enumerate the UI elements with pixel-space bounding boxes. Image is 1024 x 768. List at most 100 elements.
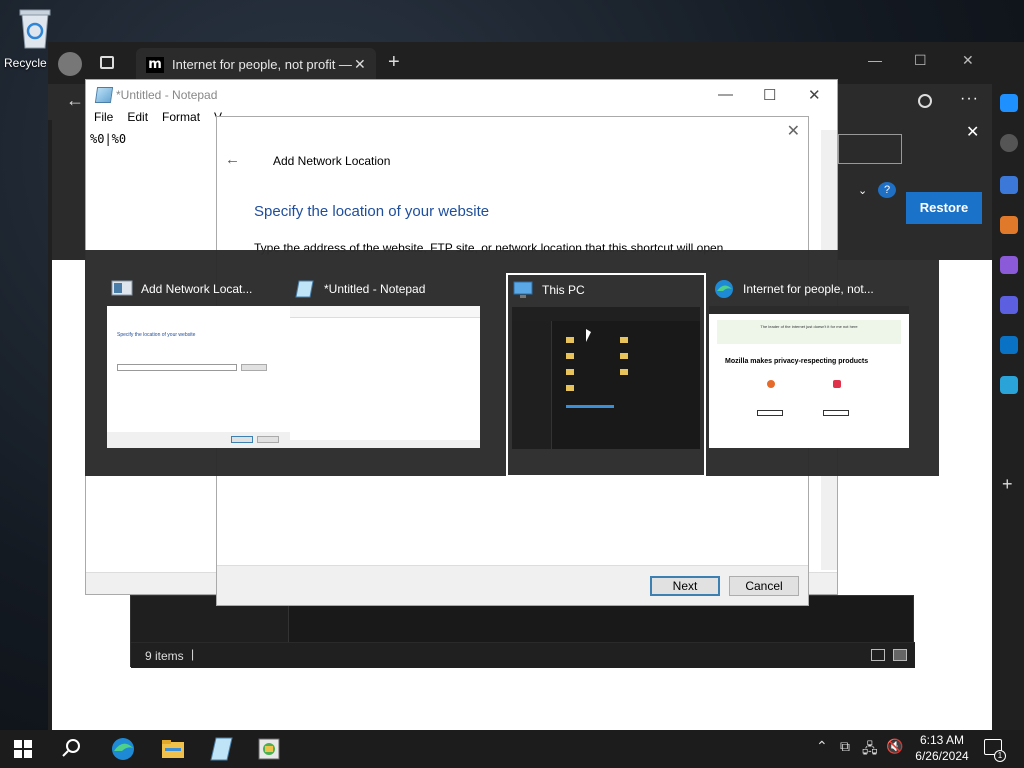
file-explorer-taskbar-icon[interactable]	[160, 736, 186, 762]
meet-now-icon[interactable]: ⧉	[840, 738, 850, 755]
maximize-icon[interactable]: ☐	[914, 52, 927, 69]
notepad-taskbar-icon[interactable]	[208, 736, 234, 762]
dialog-title: Add Network Location	[273, 154, 391, 168]
next-button[interactable]: Next	[650, 576, 720, 596]
switcher-item-label: Internet for people, not...	[743, 282, 874, 296]
switcher-item-network-location[interactable]: Add Network Locat... Specify the locatio…	[107, 274, 305, 454]
mouse-cursor-icon	[586, 329, 591, 342]
clock-time[interactable]: 6:13 AM	[910, 733, 974, 747]
thumb-cancel-button	[257, 436, 279, 443]
new-tab-button[interactable]: +	[388, 52, 400, 72]
thumb-folder-icon	[566, 353, 574, 359]
edge-tab-bar: m Internet for people, not profit — ✕ + …	[48, 42, 1024, 84]
send-icon[interactable]	[1000, 376, 1018, 394]
menu-file[interactable]: File	[94, 110, 113, 124]
start-button[interactable]	[14, 740, 32, 758]
switcher-item-header: *Untitled - Notepad	[294, 278, 484, 302]
task-switcher: Add Network Locat... Specify the locatio…	[85, 250, 939, 477]
add-sidebar-icon[interactable]: +	[1002, 474, 1013, 495]
back-arrow-icon[interactable]: ←	[225, 151, 240, 168]
switcher-item-header: Add Network Locat...	[111, 278, 301, 302]
search-icon[interactable]	[62, 738, 82, 758]
dialog-close-icon[interactable]: ✕	[787, 121, 800, 141]
windows-logo-icon	[14, 740, 32, 758]
status-separator: |	[191, 647, 195, 661]
dialog-heading: Specify the location of your website	[254, 203, 490, 220]
thumb-drive-bar	[566, 405, 614, 408]
edge-sidebar: + ⚙	[992, 84, 1024, 765]
edge-taskbar-icon[interactable]	[110, 736, 136, 762]
notepad-thumbnail	[290, 306, 480, 448]
cancel-button[interactable]: Cancel	[729, 576, 799, 596]
more-menu-icon[interactable]: ···	[960, 90, 979, 108]
explorer-status-bar: 9 items |	[131, 642, 915, 668]
thumb-button	[757, 410, 783, 416]
thumb-folder-icon	[620, 337, 628, 343]
thumb-next-button	[231, 436, 253, 443]
edge-thumbnail: The leader of the internet just doesn't …	[709, 306, 909, 448]
thumb-folder-icon	[566, 369, 574, 375]
mozilla-favicon-icon: m	[146, 57, 164, 73]
thumb-folder-icon	[566, 337, 574, 343]
menu-edit[interactable]: Edit	[127, 110, 148, 124]
thumb-folder-icon	[620, 353, 628, 359]
thumb-toolbar	[709, 306, 909, 314]
notepad-maximize-icon[interactable]: ☐	[763, 86, 776, 104]
notepad-icon	[294, 279, 316, 299]
profile-avatar[interactable]	[58, 52, 82, 76]
thumb-browse-button	[241, 364, 267, 371]
show-hidden-icons-chevron-icon[interactable]: ⌃	[816, 738, 828, 755]
thumb-folder-icon	[620, 369, 628, 375]
network-location-thumbnail: Specify the location of your website	[107, 306, 297, 448]
outlook-icon[interactable]	[1000, 336, 1018, 354]
edge-tab-mozilla[interactable]: m Internet for people, not profit — ✕	[136, 48, 376, 82]
edge-icon	[713, 279, 735, 299]
notepad-icon	[94, 87, 114, 103]
thumb-status-bar	[290, 440, 480, 448]
clock-date[interactable]: 6/26/2024	[910, 749, 974, 763]
switcher-item-this-pc[interactable]: This PC	[506, 273, 706, 477]
switcher-item-header: This PC	[512, 279, 702, 303]
shopping-icon[interactable]	[1000, 176, 1018, 194]
item-count: 9 items	[145, 649, 184, 663]
thumb-input	[117, 364, 237, 371]
help-icon[interactable]: ?	[878, 182, 896, 198]
thumb-menu	[290, 306, 480, 318]
network-wizard-taskbar-icon[interactable]	[256, 736, 282, 762]
dialog-footer: Next Cancel	[217, 565, 808, 605]
tiles-view-icon[interactable]	[893, 649, 907, 661]
minimize-icon[interactable]: —	[868, 52, 882, 68]
microsoft365-icon[interactable]	[1000, 296, 1018, 314]
tools-icon[interactable]	[1000, 216, 1018, 234]
close-icon[interactable]: ✕	[962, 52, 974, 69]
browser-essentials-icon[interactable]	[918, 94, 932, 108]
volume-muted-icon[interactable]: 🔇	[886, 738, 903, 755]
notepad-title-bar: *Untitled - Notepad — ☐ ✕	[86, 80, 837, 110]
notepad-text-area[interactable]: %0|%0	[90, 132, 126, 146]
notepad-close-icon[interactable]: ✕	[808, 86, 821, 104]
tab-close-icon[interactable]: ✕	[354, 56, 366, 73]
switcher-item-label: Add Network Locat...	[141, 282, 253, 296]
search-icon[interactable]	[1000, 134, 1018, 152]
tab-title: Internet for people, not profit —	[172, 57, 352, 72]
tab-actions-icon[interactable]	[100, 56, 114, 69]
translate-field[interactable]	[838, 134, 902, 164]
back-arrow-icon[interactable]: ←	[66, 90, 84, 111]
restore-button[interactable]: Restore	[906, 192, 982, 224]
thumb-ribbon	[512, 307, 700, 321]
firefox-icon	[767, 380, 775, 388]
chevron-down-icon[interactable]: ⌄	[858, 184, 867, 197]
notepad-minimize-icon[interactable]: —	[718, 86, 733, 103]
switcher-item-label: *Untitled - Notepad	[324, 282, 426, 296]
thumb-heading: Specify the location of your website	[117, 332, 196, 338]
menu-format[interactable]: Format	[162, 110, 200, 124]
bar-close-icon[interactable]: ✕	[966, 122, 979, 142]
this-pc-thumbnail	[512, 307, 700, 449]
games-icon[interactable]	[1000, 256, 1018, 274]
details-view-icon[interactable]	[871, 649, 885, 661]
this-pc-icon	[512, 280, 534, 300]
network-icon[interactable]: 🖧	[862, 738, 878, 762]
copilot-icon[interactable]	[1000, 94, 1018, 112]
switcher-item-notepad[interactable]: *Untitled - Notepad	[290, 274, 488, 454]
switcher-item-edge[interactable]: Internet for people, not... The leader o…	[709, 274, 915, 454]
